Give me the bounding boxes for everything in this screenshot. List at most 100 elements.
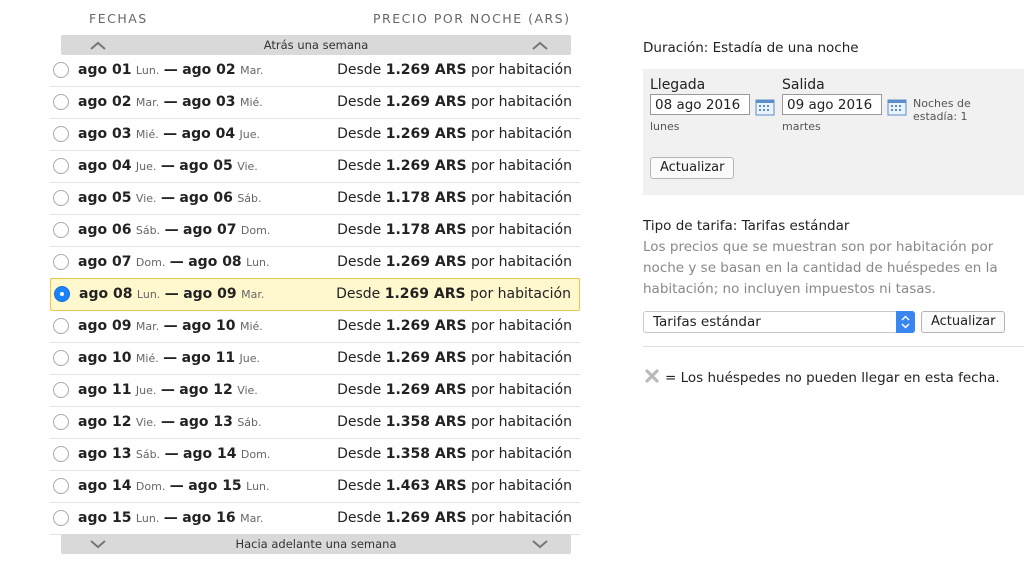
range-dash: — bbox=[169, 254, 184, 270]
date-row[interactable]: ago 02 Mar. — ago 03 Mié. Desde 1.269 ARS… bbox=[50, 87, 580, 119]
nightly-price: Desde 1.269 ARS por habitación bbox=[337, 94, 572, 110]
date-row[interactable]: ago 07 Dom. — ago 08 Lun. Desde 1.269 ARS… bbox=[50, 247, 580, 279]
date-radio[interactable] bbox=[53, 254, 69, 270]
date-row[interactable]: ago 12 Vie. — ago 13 Sáb. Desde 1.358 ARS… bbox=[50, 407, 580, 439]
range-dash: — bbox=[163, 318, 178, 334]
date-row[interactable]: ago 13 Sáb. — ago 14 Dom. Desde 1.358 ARS… bbox=[50, 439, 580, 471]
price-prefix: Desde bbox=[337, 510, 382, 526]
chevron-down-icon bbox=[90, 540, 106, 549]
arrival-legend: = Los huéspedes no pueden llegar en esta… bbox=[645, 369, 1000, 386]
date-radio[interactable] bbox=[54, 286, 70, 302]
check-in-weekday: Sáb. bbox=[135, 448, 161, 461]
update-rate-button[interactable]: Actualizar bbox=[921, 311, 1006, 333]
check-in-date: ago 10 bbox=[78, 350, 132, 366]
date-radio[interactable] bbox=[53, 318, 69, 334]
previous-week-button[interactable]: Atrás una semana bbox=[61, 35, 571, 55]
date-range: ago 03 Mié. — ago 04 Jue. bbox=[78, 126, 260, 142]
nightly-price: Desde 1.269 ARS por habitación bbox=[336, 286, 571, 302]
arrival-date-input[interactable]: 08 ago 2016 bbox=[650, 94, 750, 115]
nightly-price: Desde 1.358 ARS por habitación bbox=[337, 414, 572, 430]
date-row[interactable]: ago 11 Jue. — ago 12 Vie. Desde 1.269 ARS… bbox=[50, 375, 580, 407]
date-range: ago 15 Lun. — ago 16 Mar. bbox=[78, 510, 263, 526]
stay-options-panel: Duración: Estadía de una noche Llegada 0… bbox=[643, 0, 1024, 561]
date-row[interactable]: ago 09 Mar. — ago 10 Mié. Desde 1.269 ARS… bbox=[50, 311, 580, 343]
price-suffix: por habitación bbox=[471, 414, 572, 430]
arrival-label: Llegada bbox=[650, 77, 706, 93]
check-in-date: ago 14 bbox=[78, 478, 132, 494]
range-dash: — bbox=[160, 382, 175, 398]
date-row[interactable]: ago 08 Lun. — ago 09 Mar. Desde 1.269 ARS… bbox=[50, 278, 580, 311]
price-amount: 1.269 ARS bbox=[385, 350, 467, 366]
range-dash: — bbox=[164, 286, 179, 302]
date-range: ago 09 Mar. — ago 10 Mié. bbox=[78, 318, 263, 334]
range-dash: — bbox=[160, 158, 175, 174]
check-out-weekday: Lun. bbox=[246, 480, 270, 493]
date-radio[interactable] bbox=[53, 222, 69, 238]
price-amount: 1.358 ARS bbox=[385, 446, 467, 462]
check-out-date: ago 16 bbox=[182, 510, 236, 526]
date-radio[interactable] bbox=[53, 382, 69, 398]
price-suffix: por habitación bbox=[471, 446, 572, 462]
check-out-date: ago 02 bbox=[182, 62, 236, 78]
date-row[interactable]: ago 01 Lun. — ago 02 Mar. Desde 1.269 ARS… bbox=[50, 55, 580, 87]
price-suffix: por habitación bbox=[471, 478, 572, 494]
check-in-weekday: Jue. bbox=[135, 160, 157, 173]
price-amount: 1.269 ARS bbox=[385, 510, 467, 526]
range-dash: — bbox=[163, 62, 178, 78]
check-out-weekday: Mié. bbox=[239, 320, 263, 333]
departure-weekday: martes bbox=[782, 120, 821, 133]
range-dash: — bbox=[163, 510, 178, 526]
update-dates-button[interactable]: Actualizar bbox=[650, 157, 735, 179]
price-suffix: por habitación bbox=[471, 350, 572, 366]
date-radio[interactable] bbox=[53, 478, 69, 494]
price-amount: 1.269 ARS bbox=[385, 126, 467, 142]
date-row[interactable]: ago 14 Dom. — ago 15 Lun. Desde 1.463 ARS… bbox=[50, 471, 580, 503]
date-radio[interactable] bbox=[53, 446, 69, 462]
date-radio[interactable] bbox=[53, 414, 69, 430]
date-radio[interactable] bbox=[53, 158, 69, 174]
date-row[interactable]: ago 05 Vie. — ago 06 Sáb. Desde 1.178 ARS… bbox=[50, 183, 580, 215]
date-row[interactable]: ago 03 Mié. — ago 04 Jue. Desde 1.269 ARS… bbox=[50, 119, 580, 151]
check-in-weekday: Vie. bbox=[135, 416, 157, 429]
check-in-weekday: Dom. bbox=[135, 256, 166, 269]
date-row[interactable]: ago 10 Mié. — ago 11 Jue. Desde 1.269 ARS… bbox=[50, 343, 580, 375]
date-range: ago 12 Vie. — ago 13 Sáb. bbox=[78, 414, 262, 430]
date-radio[interactable] bbox=[53, 62, 69, 78]
date-radio[interactable] bbox=[53, 190, 69, 206]
check-in-date: ago 08 bbox=[79, 286, 133, 302]
check-out-date: ago 06 bbox=[179, 190, 233, 206]
price-prefix: Desde bbox=[337, 382, 382, 398]
date-row[interactable]: ago 04 Jue. — ago 05 Vie. Desde 1.269 ARS… bbox=[50, 151, 580, 183]
price-amount: 1.358 ARS bbox=[385, 414, 467, 430]
price-prefix: Desde bbox=[337, 318, 382, 334]
previous-week-label: Atrás una semana bbox=[263, 38, 369, 52]
x-icon bbox=[645, 369, 659, 383]
next-week-button[interactable]: Hacia adelante una semana bbox=[61, 534, 571, 554]
date-row[interactable]: ago 06 Sáb. — ago 07 Dom. Desde 1.178 ARS… bbox=[50, 215, 580, 247]
price-prefix: Desde bbox=[337, 414, 382, 430]
price-suffix: por habitación bbox=[471, 94, 572, 110]
date-row[interactable]: ago 15 Lun. — ago 16 Mar. Desde 1.269 ARS… bbox=[50, 503, 580, 535]
price-suffix: por habitación bbox=[471, 62, 572, 78]
rate-type-select[interactable]: Tarifas estándar bbox=[643, 311, 915, 333]
date-rows: ago 01 Lun. — ago 02 Mar. Desde 1.269 ARS… bbox=[50, 55, 580, 535]
check-out-weekday: Sáb. bbox=[237, 416, 262, 429]
price-amount: 1.269 ARS bbox=[385, 254, 467, 270]
range-dash: — bbox=[163, 350, 178, 366]
check-out-date: ago 07 bbox=[183, 222, 237, 238]
dates-form: Llegada 08 ago 2016 lunes Salida 09 ago … bbox=[643, 69, 1024, 195]
calendar-icon[interactable] bbox=[755, 98, 775, 116]
date-radio[interactable] bbox=[53, 126, 69, 142]
date-range: ago 02 Mar. — ago 03 Mié. bbox=[78, 94, 263, 110]
dates-column-header: FECHAS bbox=[89, 11, 148, 26]
date-radio[interactable] bbox=[53, 94, 69, 110]
price-suffix: por habitación bbox=[471, 510, 572, 526]
date-radio[interactable] bbox=[53, 350, 69, 366]
date-radio[interactable] bbox=[53, 510, 69, 526]
check-out-date: ago 08 bbox=[188, 254, 242, 270]
calendar-icon[interactable] bbox=[887, 98, 907, 116]
date-range: ago 06 Sáb. — ago 07 Dom. bbox=[78, 222, 270, 238]
check-out-weekday: Mié. bbox=[239, 96, 263, 109]
nightly-price: Desde 1.269 ARS por habitación bbox=[337, 382, 572, 398]
departure-date-input[interactable]: 09 ago 2016 bbox=[782, 94, 882, 115]
